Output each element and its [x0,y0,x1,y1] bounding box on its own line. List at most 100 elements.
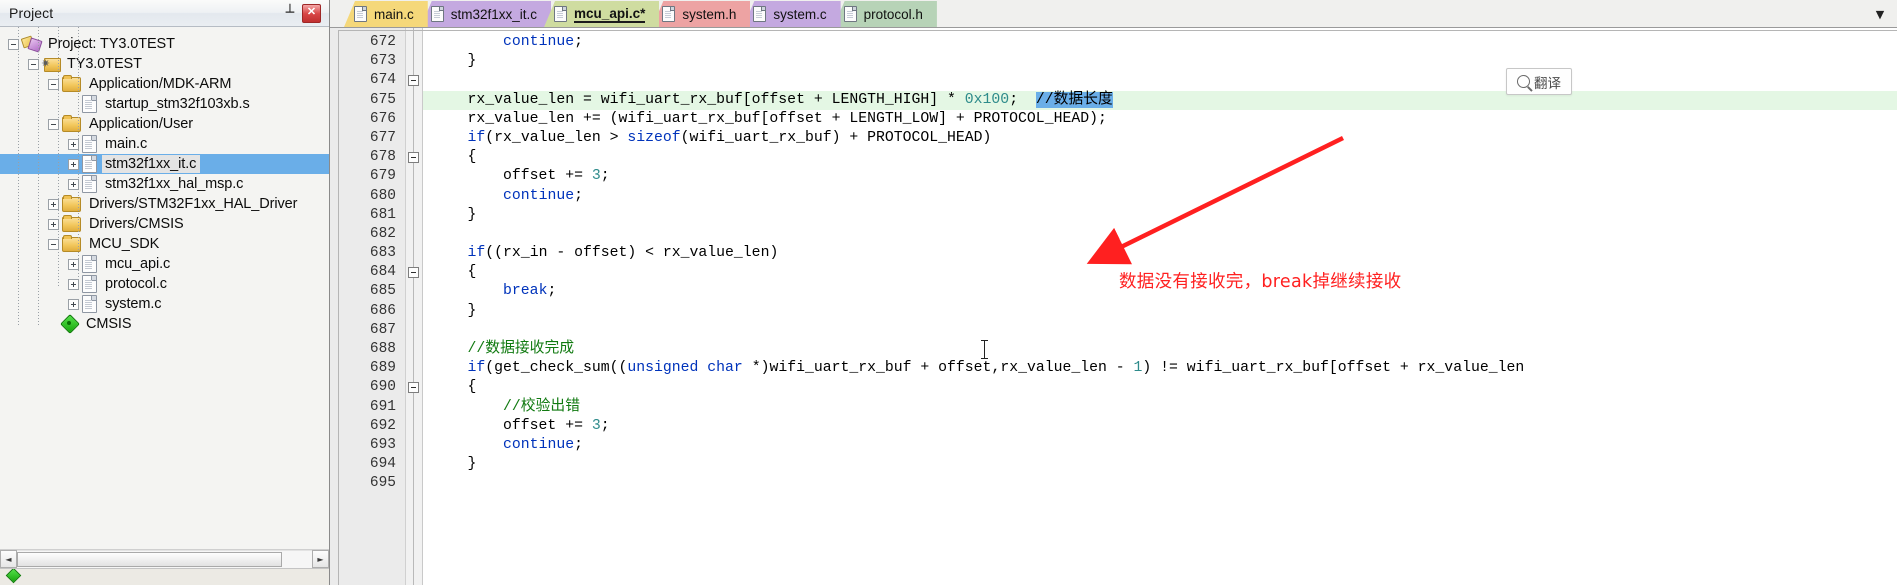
code-line[interactable]: } [423,206,1897,225]
code-line[interactable]: { [423,148,1897,167]
editor-tab-stm32f1xx-it-c[interactable]: stm32f1xx_it.c [420,1,552,27]
scroll-right-button[interactable]: ► [312,550,329,568]
project-horizontal-scrollbar[interactable]: ◄ ► [0,549,329,568]
fold-cell[interactable] [406,436,422,455]
tree-item-ty3-0test[interactable]: ✷ TY3.0TEST [0,54,329,74]
code-line[interactable]: { [423,378,1897,397]
fold-cell[interactable] [406,302,422,321]
fold-cell[interactable] [406,282,422,301]
code-line[interactable]: if(get_check_sum((unsigned char *)wifi_u… [423,359,1897,378]
fold-cell[interactable] [406,244,422,263]
line-number: 689 [369,360,396,377]
tree-item-application-user[interactable]: Application/User [0,114,329,134]
code-token: { [432,379,477,396]
project-pane-bottom-tabs[interactable] [0,568,329,585]
fold-collapse-icon[interactable] [408,267,419,279]
editor-tab-main-c[interactable]: main.c [344,1,428,27]
file-icon [354,6,367,22]
line-number: 679 [369,168,396,185]
translate-button[interactable]: 翻译 [1506,68,1572,95]
tree-item-startup-stm32f103xb-s[interactable]: startup_stm32f103xb.s [0,94,329,114]
bottom-tab[interactable] [0,569,31,584]
scrollbar-thumb[interactable] [17,552,282,567]
code-line[interactable] [423,225,1897,244]
code-line[interactable]: continue; [423,187,1897,206]
tree-item-cmsis[interactable]: CMSIS [0,314,329,334]
close-icon[interactable]: ✕ [302,3,321,23]
fold-margin[interactable] [406,28,423,585]
fold-cell[interactable] [406,33,422,52]
fold-cell[interactable] [406,321,422,340]
scrollbar-track[interactable] [17,550,312,568]
code-line[interactable]: if(rx_value_len > sizeof(wifi_uart_rx_bu… [423,129,1897,148]
code-area[interactable]: 672 673 674 675 676 677 678 679 680 681 682 683 684 6… [330,28,1897,585]
fold-cell[interactable] [406,455,422,474]
tree-item-drivers-cmsis[interactable]: Drivers/CMSIS [0,214,329,234]
tree-item-mcu-api-c[interactable]: mcu_api.c [0,254,329,274]
fold-cell[interactable] [406,263,422,282]
editor-tabbar[interactable]: main.c stm32f1xx_it.c mcu_api.c* system.h sy… [330,0,1897,28]
code-text[interactable]: continue; } rx_value_len = wifi_uart_rx_… [423,28,1897,585]
code-line[interactable]: } [423,52,1897,71]
fold-collapse-icon[interactable] [408,382,419,394]
fold-cell[interactable] [406,52,422,71]
tree-item-mcu-sdk[interactable]: MCU_SDK [0,234,329,254]
fold-cell[interactable] [406,359,422,378]
editor-tab-system-c[interactable]: system.c [743,1,841,27]
fold-cell[interactable] [406,110,422,129]
fold-cell[interactable] [406,398,422,417]
code-line[interactable]: offset += 3; [423,417,1897,436]
code-line[interactable]: continue; [423,436,1897,455]
code-line[interactable]: rx_value_len = wifi_uart_rx_buf[offset +… [423,90,1897,110]
code-token: 3 [591,168,601,185]
fold-cell[interactable] [406,340,422,359]
tree-item-stm32f1xx-hal-msp-c[interactable]: stm32f1xx_hal_msp.c [0,174,329,194]
fold-cell[interactable] [406,474,422,493]
code-line[interactable]: //校验出错 [423,398,1897,417]
expand-icon[interactable] [68,298,79,310]
pin-icon[interactable]: ┴ [283,6,297,20]
fold-cell[interactable] [406,225,422,244]
fold-cell[interactable] [406,148,422,167]
line-number: 674 [369,72,396,89]
code-line[interactable]: rx_value_len += (wifi_uart_rx_buf[offset… [423,110,1897,129]
tree-item-main-c[interactable]: main.c [0,134,329,154]
editor-tab-label: system.c [773,6,827,22]
chevron-down-icon[interactable]: ▼ [1863,1,1897,27]
fold-cell[interactable] [406,417,422,436]
code-token: if [467,129,486,146]
code-line[interactable]: if((rx_in - offset) < rx_value_len) [423,244,1897,263]
scroll-left-button[interactable]: ◄ [0,550,17,568]
fold-cell[interactable] [406,129,422,148]
editor-tab-protocol-h[interactable]: protocol.h [833,1,937,27]
fold-collapse-icon[interactable] [408,152,419,164]
code-token: 0x100 [964,91,1010,108]
editor-tab-mcu-api-c[interactable]: mcu_api.c* [544,1,660,27]
code-line[interactable] [423,321,1897,340]
code-line[interactable] [423,474,1897,493]
editor-tab-system-h[interactable]: system.h [652,1,751,27]
tree-item-stm32f1xx-it-c[interactable]: stm32f1xx_it.c [0,154,329,174]
fold-cell[interactable] [406,378,422,397]
code-line[interactable]: continue; [423,33,1897,52]
fold-cell[interactable] [406,206,422,225]
code-token: break [503,283,548,300]
tree-item-project-ty3-0test[interactable]: Project: TY3.0TEST [0,34,329,54]
tree-item-application-mdk-arm[interactable]: Application/MDK-ARM [0,74,329,94]
tree-item-drivers-stm32f1xx-hal-driver[interactable]: Drivers/STM32F1xx_HAL_Driver [0,194,329,214]
project-pane-title: Project [9,5,54,21]
code-line[interactable] [423,71,1897,90]
fold-cell[interactable] [406,91,422,110]
fold-collapse-icon[interactable] [408,75,419,87]
file-icon [82,135,97,153]
code-line[interactable]: } [423,302,1897,321]
project-tree[interactable]: Project: TY3.0TEST ✷ TY3.0TEST Application/… [0,27,329,549]
fold-cell[interactable] [406,187,422,206]
code-line[interactable]: //数据接收完成 [423,340,1897,359]
fold-cell[interactable] [406,167,422,186]
code-line[interactable]: } [423,455,1897,474]
tree-item-system-c[interactable]: system.c [0,294,329,314]
fold-cell[interactable] [406,71,422,90]
tree-item-protocol-c[interactable]: protocol.c [0,274,329,294]
code-line[interactable]: offset += 3; [423,167,1897,186]
